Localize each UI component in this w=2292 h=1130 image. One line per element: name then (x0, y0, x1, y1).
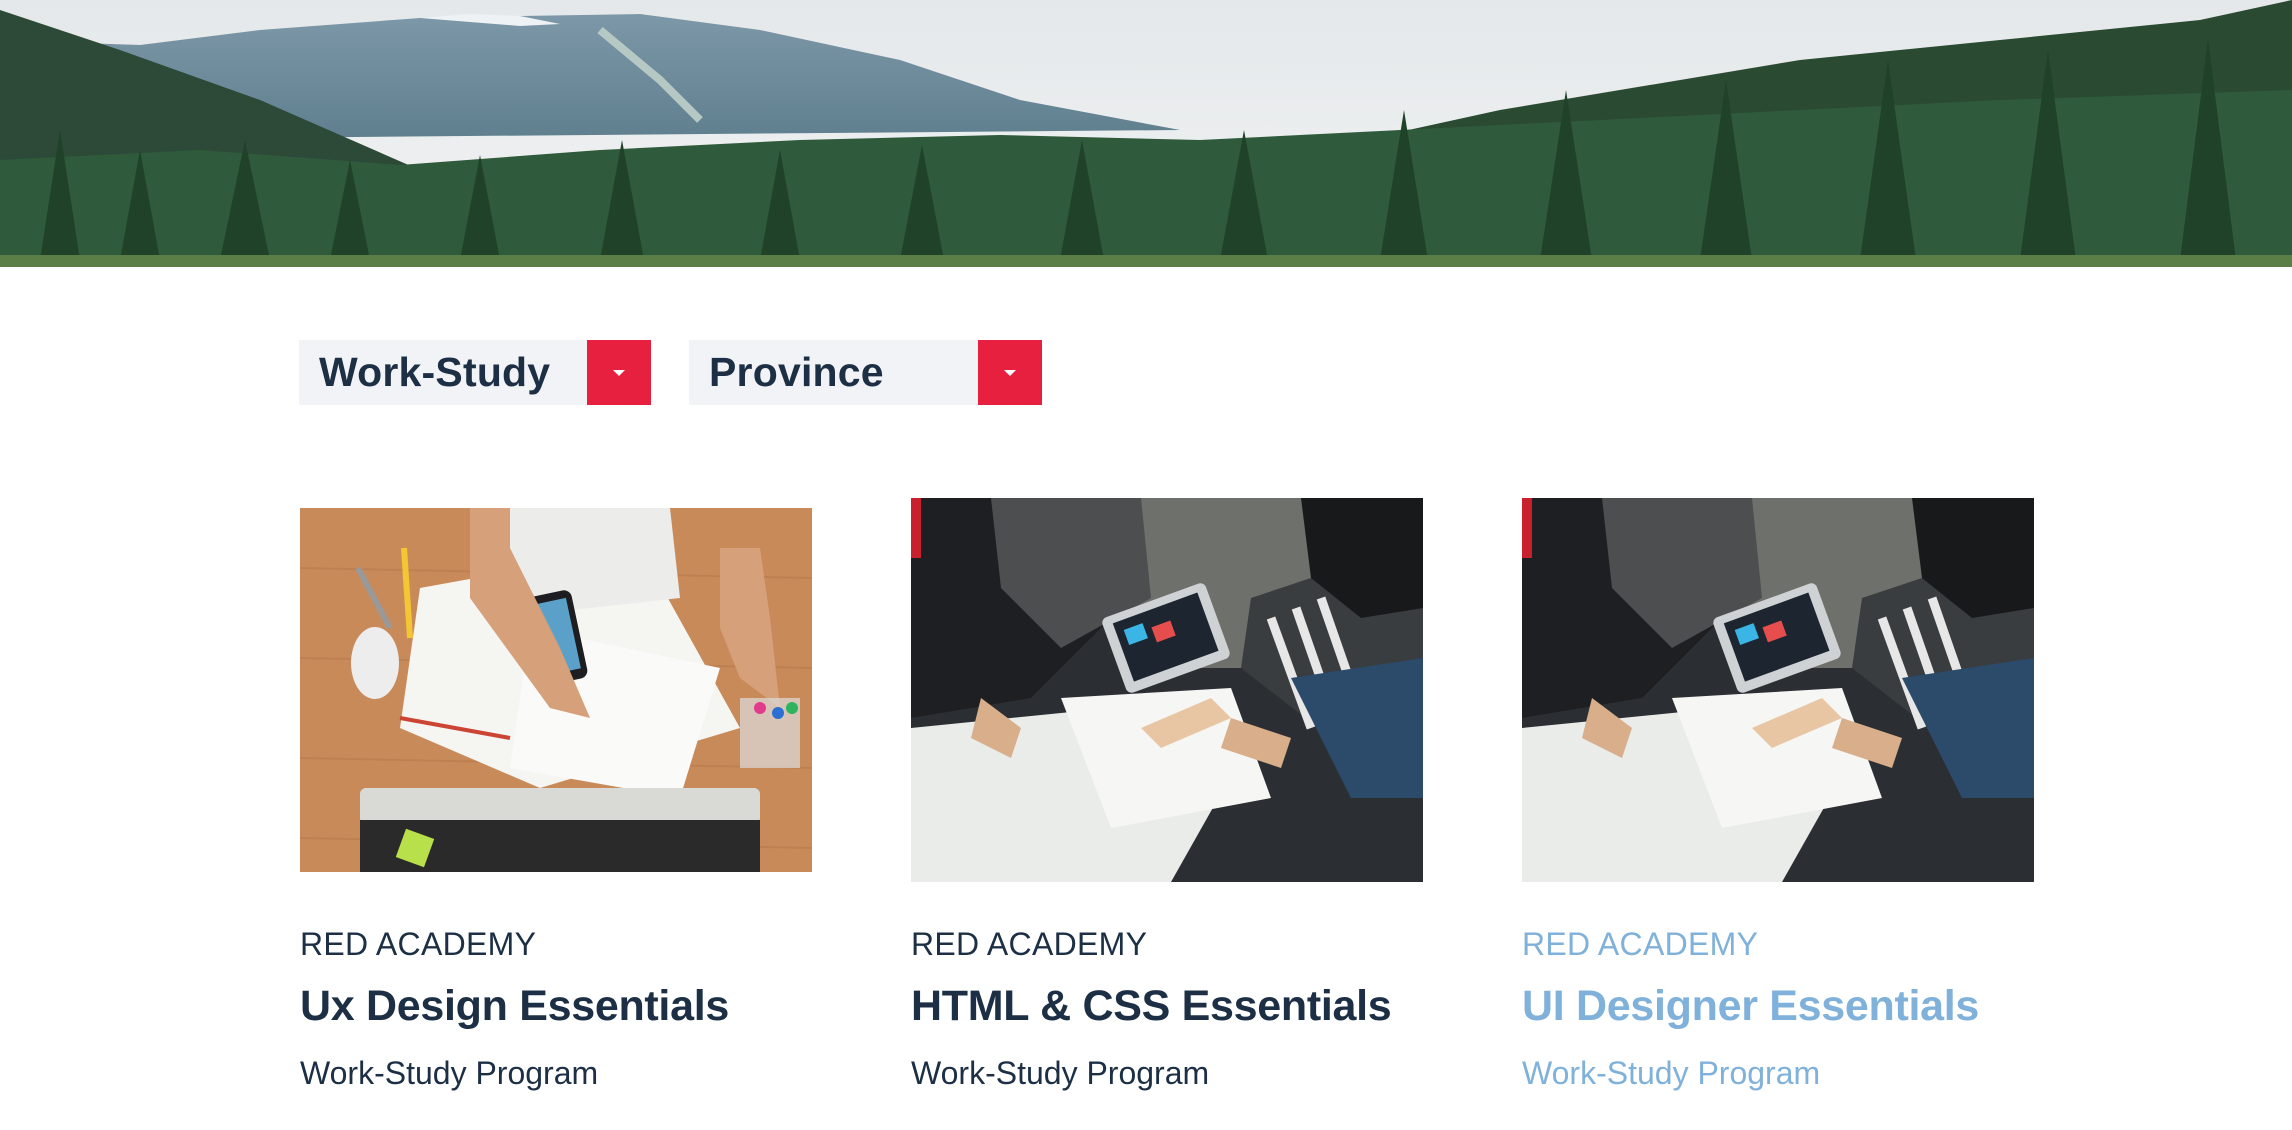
course-org: RED ACADEMY (911, 926, 1148, 962)
course-subtitle: Work-Study Program (1522, 1055, 1821, 1091)
program-filter-label: Work-Study (319, 349, 551, 395)
course-org: RED ACADEMY (300, 926, 537, 962)
course-title[interactable]: UI Designer Essentials (1522, 982, 1979, 1031)
program-filter-dropdown[interactable]: Work-Study (299, 340, 651, 405)
caret-down-icon (1004, 369, 1016, 376)
hero-banner-image (0, 0, 2292, 267)
province-filter-toggle-button[interactable] (978, 340, 1042, 405)
caret-down-icon (613, 369, 625, 376)
province-filter-dropdown[interactable]: Province (689, 340, 1042, 405)
course-thumbnail-image[interactable] (300, 508, 812, 872)
province-filter-label: Province (709, 349, 884, 395)
course-subtitle: Work-Study Program (300, 1055, 599, 1091)
program-filter-toggle-button[interactable] (587, 340, 651, 405)
course-org: RED ACADEMY (1522, 926, 1759, 962)
course-title[interactable]: Ux Design Essentials (300, 982, 729, 1031)
course-thumbnail-image[interactable] (911, 498, 1423, 882)
course-subtitle: Work-Study Program (911, 1055, 1210, 1091)
course-thumbnail-image[interactable] (1522, 498, 2034, 882)
course-title[interactable]: HTML & CSS Essentials (911, 982, 1392, 1031)
